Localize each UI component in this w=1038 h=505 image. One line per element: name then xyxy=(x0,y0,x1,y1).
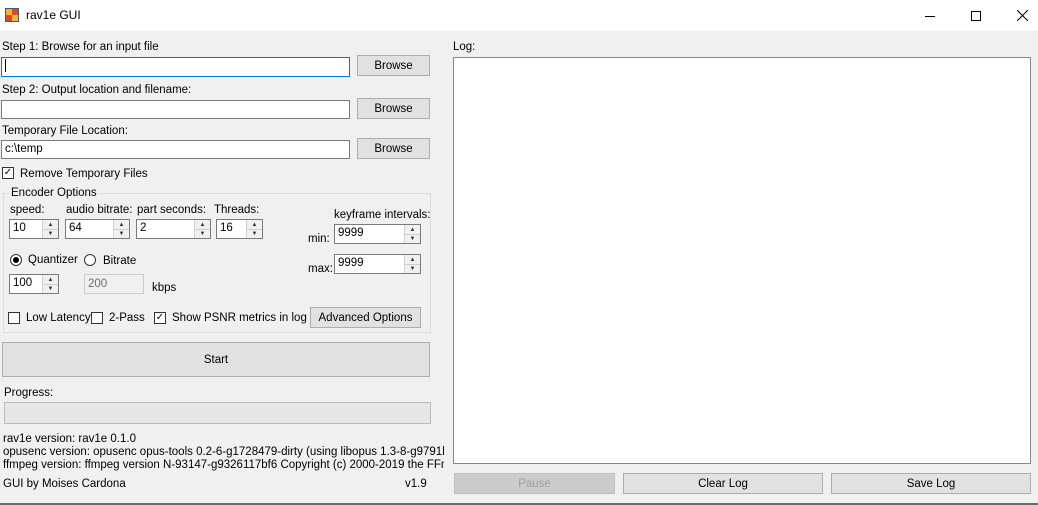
low-latency-label: Low Latency xyxy=(26,312,91,324)
remove-temp-label: Remove Temporary Files xyxy=(20,168,148,180)
psnr-label: Show PSNR metrics in log xyxy=(172,312,307,324)
save-log-button[interactable]: Save Log xyxy=(831,473,1031,494)
two-pass-checkbox[interactable] xyxy=(91,312,103,324)
bitrate-radio[interactable] xyxy=(84,254,96,266)
speed-label: speed: xyxy=(10,204,45,216)
text-caret xyxy=(5,59,6,73)
log-label: Log: xyxy=(453,41,476,53)
speed-value: 10 xyxy=(13,222,26,234)
keyframe-max-value: 9999 xyxy=(338,257,364,269)
spin-down-icon[interactable]: ▼ xyxy=(43,229,58,238)
part-seconds-spinner[interactable]: 2 ▲ ▼ xyxy=(136,219,211,239)
browse-output-button[interactable]: Browse xyxy=(357,98,430,119)
browse-input-button[interactable]: Browse xyxy=(357,55,430,76)
audio-bitrate-value: 64 xyxy=(69,222,82,234)
speed-spinner[interactable]: 10 ▲ ▼ xyxy=(9,219,59,239)
maximize-button[interactable] xyxy=(953,0,999,31)
spin-down-icon[interactable]: ▼ xyxy=(43,284,58,293)
ffmpeg-version-text: ffmpeg version: ffmpeg version N-93147-g… xyxy=(3,459,444,471)
gui-version-text: v1.9 xyxy=(405,478,427,490)
checkmark-icon: ✓ xyxy=(3,167,13,178)
spin-down-icon[interactable]: ▼ xyxy=(247,229,262,238)
keyframe-intervals-label: keyframe intervals: xyxy=(334,209,431,221)
audio-bitrate-spinner[interactable]: 64 ▲ ▼ xyxy=(65,219,130,239)
step2-label: Step 2: Output location and filename: xyxy=(2,84,192,96)
threads-label: Threads: xyxy=(214,204,260,216)
rav1e-app-icon xyxy=(5,8,19,22)
step1-label: Step 1: Browse for an input file xyxy=(2,41,159,53)
log-textbox[interactable] xyxy=(453,57,1031,464)
bitrate-label: Bitrate xyxy=(103,255,137,267)
keyframe-min-label: min: xyxy=(308,233,330,245)
bitrate-field[interactable]: 200 xyxy=(84,274,144,294)
credit-text: GUI by Moises Cardona xyxy=(3,478,126,490)
spin-down-icon[interactable]: ▼ xyxy=(405,234,420,243)
keyframe-min-value: 9999 xyxy=(338,227,364,239)
rav1e-version-text: rav1e version: rav1e 0.1.0 xyxy=(3,433,136,445)
remove-temp-checkbox[interactable]: ✓ xyxy=(2,167,14,179)
opusenc-version-text: opusenc version: opusenc opus-tools 0.2-… xyxy=(3,446,444,458)
close-button[interactable] xyxy=(999,0,1038,31)
spin-down-icon[interactable]: ▼ xyxy=(114,229,129,238)
part-seconds-label: part seconds: xyxy=(137,204,207,216)
title-bar: rav1e GUI xyxy=(0,0,1038,31)
advanced-options-button[interactable]: Advanced Options xyxy=(310,307,421,328)
spin-down-icon[interactable]: ▼ xyxy=(405,264,420,273)
pause-button[interactable]: Pause xyxy=(454,473,615,494)
keyframe-max-label: max: xyxy=(308,263,333,275)
minimize-icon xyxy=(925,15,935,17)
quantizer-value: 100 xyxy=(13,277,33,289)
browse-temp-button[interactable]: Browse xyxy=(357,138,430,159)
temp-location-field[interactable]: c:\temp xyxy=(1,140,350,159)
keyframe-max-spinner[interactable]: 9999 ▲ ▼ xyxy=(334,254,421,274)
checkmark-icon: ✓ xyxy=(155,312,165,323)
input-file-field[interactable] xyxy=(1,57,350,77)
window-title: rav1e GUI xyxy=(26,8,81,22)
encoder-options-label: Encoder Options xyxy=(9,187,99,199)
low-latency-checkbox[interactable] xyxy=(8,312,20,324)
clear-log-button[interactable]: Clear Log xyxy=(623,473,823,494)
quantizer-radio[interactable] xyxy=(10,254,22,266)
radio-selected-dot xyxy=(13,257,19,263)
output-file-field[interactable] xyxy=(1,100,350,119)
spin-down-icon[interactable]: ▼ xyxy=(195,229,210,238)
keyframe-min-spinner[interactable]: 9999 ▲ ▼ xyxy=(334,224,421,244)
threads-spinner[interactable]: 16 ▲ ▼ xyxy=(216,219,263,239)
quantizer-spinner[interactable]: 100 ▲ ▼ xyxy=(9,274,59,294)
audio-bitrate-label: audio bitrate: xyxy=(66,204,133,216)
progress-label: Progress: xyxy=(4,387,54,399)
two-pass-label: 2-Pass xyxy=(109,312,145,324)
temp-location-label: Temporary File Location: xyxy=(2,125,128,137)
minimize-button[interactable] xyxy=(907,0,953,31)
kbps-label: kbps xyxy=(152,282,177,294)
progress-bar xyxy=(4,402,431,424)
temp-location-value: c:\temp xyxy=(5,143,43,155)
maximize-icon xyxy=(971,10,981,21)
quantizer-label: Quantizer xyxy=(28,254,78,266)
psnr-checkbox[interactable]: ✓ xyxy=(154,312,166,324)
threads-value: 16 xyxy=(220,222,233,234)
start-button[interactable]: Start xyxy=(2,342,430,377)
part-seconds-value: 2 xyxy=(140,222,147,234)
bitrate-value: 200 xyxy=(88,278,108,290)
close-icon xyxy=(1016,10,1028,21)
